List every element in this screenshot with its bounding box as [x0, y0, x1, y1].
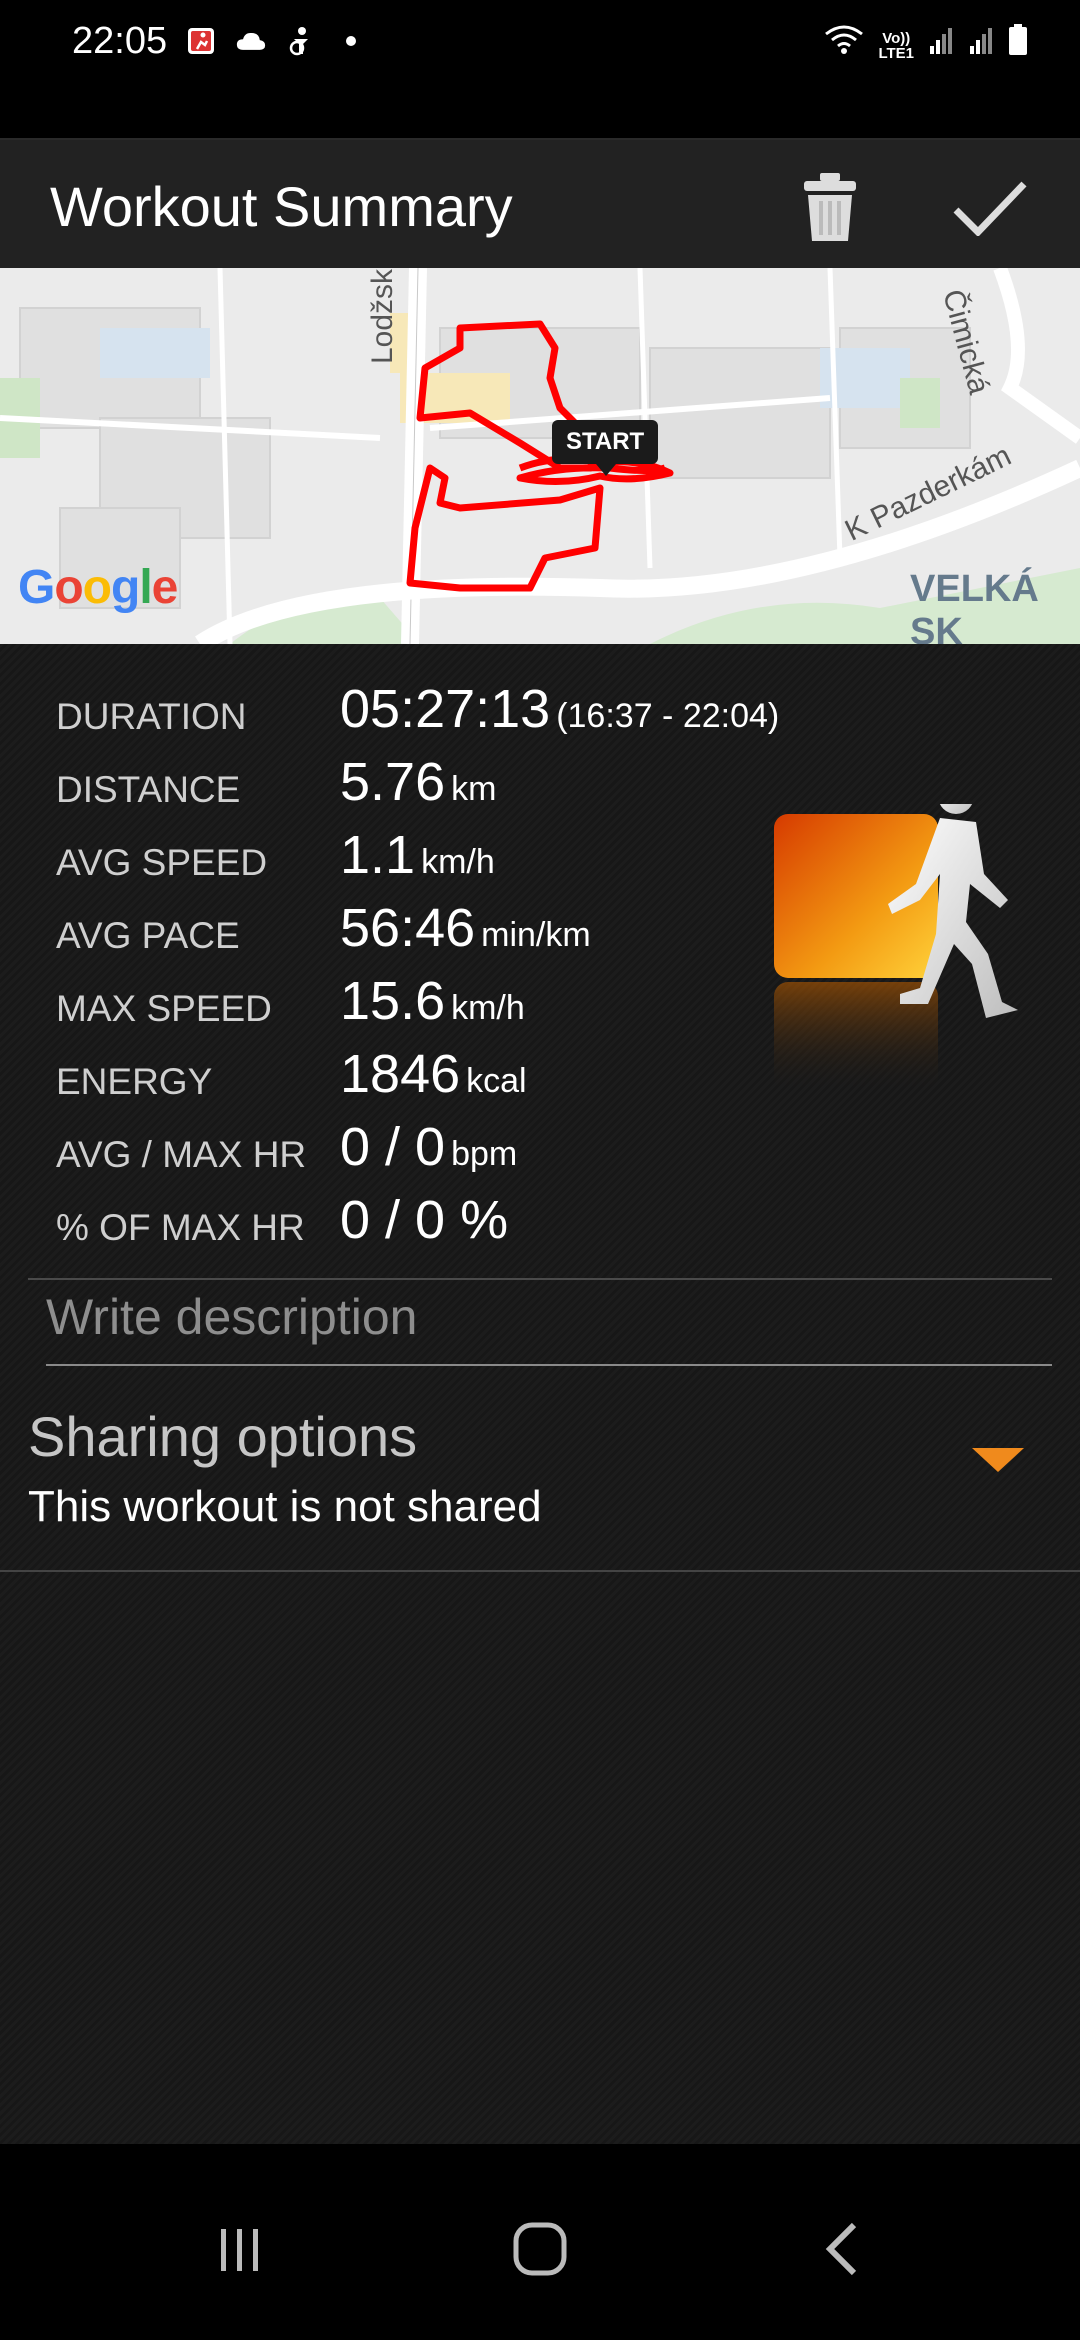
workout-details: DURATION 05:27:13 (16:37 - 22:04) DISTANC…: [0, 644, 1080, 2144]
district-label: VELKÁ SK: [910, 568, 1039, 644]
app-bar: Workout Summary: [0, 138, 1080, 270]
description-underline: [46, 1364, 1052, 1366]
stat-row-duration: DURATION 05:27:13 (16:37 - 22:04): [0, 674, 900, 746]
signal-icon: [968, 26, 994, 61]
stat-unit: km/h: [451, 989, 525, 1027]
status-time: 22:05: [72, 20, 168, 62]
stat-unit: min/km: [481, 916, 591, 954]
accessibility-icon: [286, 26, 316, 56]
walking-icon: [774, 804, 1018, 1092]
home-icon: [513, 2222, 567, 2276]
check-icon: [953, 181, 1027, 236]
confirm-button[interactable]: [950, 168, 1030, 248]
stat-value: 5.76: [340, 752, 446, 812]
back-button[interactable]: [798, 2204, 888, 2294]
trash-icon: [804, 173, 856, 241]
stat-label: % OF MAX HR: [56, 1207, 305, 1248]
sharing-options-dropdown[interactable]: Sharing options This workout is not shar…: [0, 1404, 1080, 1544]
stat-value: 1846: [340, 1044, 461, 1104]
stat-value: 1.1: [340, 825, 416, 885]
stat-row-heart-rate: AVG / MAX HR 0 / 0 bpm: [0, 1112, 900, 1184]
stat-value: 15.6: [340, 971, 446, 1031]
street-label: Lodžská: [366, 268, 399, 364]
stat-label: DISTANCE: [56, 769, 241, 810]
stat-unit: km: [451, 770, 497, 808]
stat-unit: (16:37 - 22:04): [556, 697, 780, 735]
google-logo: Google: [18, 561, 178, 614]
stat-value: 56:46: [340, 898, 476, 958]
battery-icon: [1008, 24, 1028, 61]
page-title: Workout Summary: [50, 175, 513, 238]
stat-value: 0 / 0 %: [340, 1190, 509, 1250]
sharing-options-title: Sharing options: [28, 1405, 418, 1468]
stat-unit: kcal: [466, 1062, 527, 1100]
stat-label: DURATION: [56, 696, 247, 737]
stat-row-avg-pace: AVG PACE 56:46 min/km: [0, 893, 900, 965]
stat-value: 05:27:13: [340, 679, 551, 739]
recent-apps-button[interactable]: [194, 2204, 284, 2294]
network-type-label: Vo)) LTE1: [878, 30, 914, 62]
cloud-icon: [236, 26, 266, 56]
stat-row-max-hr-percent: % OF MAX HR 0 / 0 %: [0, 1185, 900, 1257]
sharing-status: This workout is not shared: [28, 1482, 542, 1531]
notification-icons: [186, 26, 366, 56]
back-icon: [825, 2222, 857, 2276]
stat-row-energy: ENERGY 1846 kcal: [0, 1039, 900, 1111]
stat-label: MAX SPEED: [56, 988, 272, 1029]
status-bar: 22:05 Vo)) LTE1: [0, 0, 1080, 138]
start-marker[interactable]: START: [552, 420, 659, 476]
stat-row-distance: DISTANCE 5.76 km: [0, 747, 900, 819]
stat-unit: bpm: [451, 1135, 518, 1173]
stat-label: AVG SPEED: [56, 842, 268, 883]
stat-label: AVG PACE: [56, 915, 240, 956]
stat-row-avg-speed: AVG SPEED 1.1 km/h: [0, 820, 900, 892]
divider: [0, 1570, 1080, 1572]
running-app-icon: [186, 26, 216, 56]
stat-unit: km/h: [421, 843, 495, 881]
signal-icon: [928, 26, 954, 61]
stat-label: AVG / MAX HR: [56, 1134, 307, 1175]
description-input[interactable]: [46, 1282, 1046, 1352]
system-status-icons: Vo)) LTE1: [824, 24, 1028, 61]
chevron-down-icon: [972, 1448, 1024, 1472]
stat-value: 0 / 0: [340, 1117, 446, 1177]
dot-icon: [336, 26, 366, 56]
home-button[interactable]: [495, 2204, 585, 2294]
stat-label: ENERGY: [56, 1061, 213, 1102]
divider: [28, 1278, 1052, 1280]
route-map[interactable]: Lodžská Čimická K Pazderkám VELKÁ SK STA…: [0, 268, 1080, 644]
system-navigation-bar: [0, 2144, 1080, 2340]
recent-apps-icon: [221, 2229, 258, 2271]
delete-button[interactable]: [790, 168, 870, 248]
stat-row-max-speed: MAX SPEED 15.6 km/h: [0, 966, 900, 1038]
wifi-icon: [824, 24, 864, 61]
